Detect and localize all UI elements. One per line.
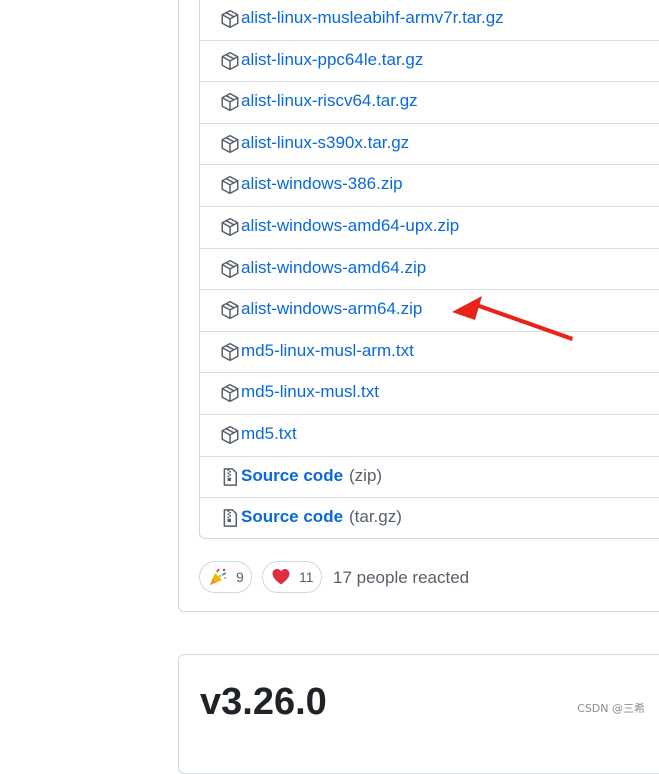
package-icon: [220, 383, 240, 403]
asset-download-link[interactable]: alist-linux-s390x.tar.gz: [241, 132, 409, 154]
source-code-format: (tar.gz): [349, 507, 402, 527]
asset-download-link[interactable]: alist-windows-386.zip: [241, 173, 403, 195]
source-code-label: Source code: [241, 465, 344, 485]
package-icon: [220, 342, 240, 362]
asset-row: alist-linux-musleabihf-armv7r.tar.gz: [200, 0, 659, 41]
package-icon: [220, 134, 240, 154]
asset-row: alist-windows-amd64.zip: [200, 249, 659, 291]
reaction-hooray-button[interactable]: 9: [199, 561, 252, 593]
source-code-link[interactable]: Source code: [241, 465, 343, 487]
party-popper-icon: [210, 568, 227, 585]
assets-list: alist-linux-musleabihf-armv7r.tar.gz alis…: [199, 0, 659, 539]
asset-row: alist-windows-arm64.zip: [200, 290, 659, 332]
reaction-heart-count: 11: [299, 569, 314, 585]
asset-download-link[interactable]: alist-linux-ppc64le.tar.gz: [241, 49, 423, 71]
package-icon: [220, 217, 240, 237]
asset-download-link[interactable]: alist-linux-riscv64.tar.gz: [241, 90, 418, 112]
source-code-row: Source code (zip): [200, 457, 659, 499]
asset-row: alist-windows-386.zip: [200, 165, 659, 207]
package-icon: [220, 92, 240, 112]
asset-row: md5-linux-musl-arm.txt: [200, 332, 659, 374]
heart-icon: [272, 569, 290, 585]
reaction-heart-button[interactable]: 11: [262, 561, 322, 593]
reaction-hooray-count: 9: [236, 569, 244, 585]
source-code-label: Source code: [241, 507, 344, 527]
asset-row: alist-linux-s390x.tar.gz: [200, 124, 659, 166]
watermark: CSDN @三希: [577, 702, 645, 715]
asset-download-link[interactable]: alist-windows-amd64-upx.zip: [241, 215, 459, 237]
asset-row: md5-linux-musl.txt: [200, 373, 659, 415]
package-icon: [220, 300, 240, 320]
package-icon: [220, 259, 240, 279]
source-code-link[interactable]: Source code: [241, 506, 343, 528]
package-icon: [220, 9, 240, 29]
package-icon: [220, 425, 240, 445]
asset-row: alist-windows-amd64-upx.zip: [200, 207, 659, 249]
asset-row: md5.txt: [200, 415, 659, 457]
package-icon: [220, 175, 240, 195]
asset-download-link[interactable]: md5.txt: [241, 423, 297, 445]
asset-download-link[interactable]: alist-windows-arm64.zip: [241, 298, 422, 320]
asset-download-link[interactable]: alist-linux-musleabihf-armv7r.tar.gz: [241, 7, 504, 29]
asset-row: alist-linux-riscv64.tar.gz: [200, 82, 659, 124]
file-zip-icon: [220, 508, 240, 528]
asset-download-link[interactable]: md5-linux-musl-arm.txt: [241, 340, 414, 362]
asset-download-link[interactable]: alist-windows-amd64.zip: [241, 257, 426, 279]
source-code-row: Source code (tar.gz): [200, 498, 659, 538]
file-zip-icon: [220, 467, 240, 487]
source-code-format: (zip): [349, 465, 383, 485]
asset-row: alist-linux-ppc64le.tar.gz: [200, 41, 659, 83]
release-version-title[interactable]: v3.26.0: [200, 681, 327, 724]
reactions-summary[interactable]: 17 people reacted: [333, 568, 469, 588]
asset-download-link[interactable]: md5-linux-musl.txt: [241, 381, 379, 403]
package-icon: [220, 51, 240, 71]
